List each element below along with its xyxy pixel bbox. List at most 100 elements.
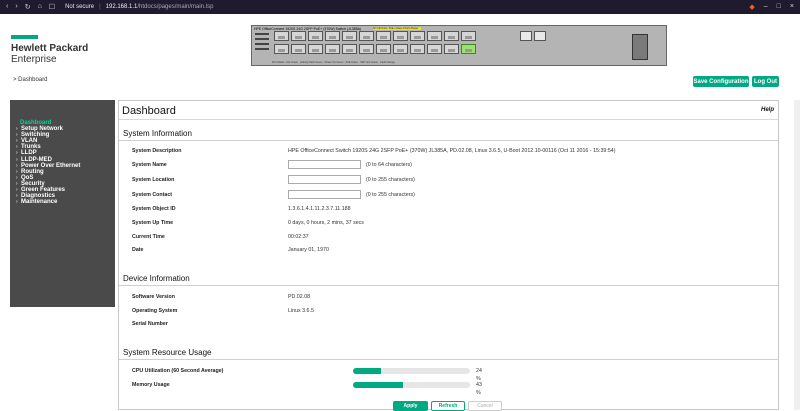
help-link[interactable]: Help xyxy=(761,107,774,113)
switch-port-2[interactable] xyxy=(274,44,289,54)
dashboard-panel: Dashboard Help System Information System… xyxy=(118,100,779,411)
reload-icon[interactable]: ↻ xyxy=(25,3,31,11)
row-label: Software Version xyxy=(132,294,175,300)
page-scrollbar[interactable] xyxy=(794,100,800,410)
resource-usage-heading: System Resource Usage xyxy=(123,348,212,357)
url-separator: | xyxy=(99,4,101,10)
switch-port-4[interactable] xyxy=(291,44,306,54)
logo-line1: Hewlett Packard xyxy=(11,43,89,54)
status-leds xyxy=(255,33,269,50)
switch-port-5[interactable] xyxy=(308,31,323,41)
sidebar-nav: Dashboard › Setup Network › Switching › VLA… xyxy=(10,100,115,307)
url-path: /htdocs/pages/main/main.lsp xyxy=(137,4,214,10)
logo-bar xyxy=(11,35,38,39)
sidebar-item-label: Green Features xyxy=(21,187,66,194)
section-divider xyxy=(119,359,778,360)
system-name-input[interactable] xyxy=(288,160,361,169)
row-hint: (0 to 255 characters) xyxy=(366,192,415,198)
sidebar-item-label: VLAN xyxy=(21,138,38,145)
sidebar-item-label: Security xyxy=(21,180,45,187)
url-host: 192.168.1.1 xyxy=(105,4,138,10)
address-bar[interactable]: 192.168.1.1/htdocs/pages/main/main.lsp xyxy=(106,4,214,10)
row-hint: (0 to 255 characters) xyxy=(366,177,415,183)
row-label: System Contact xyxy=(132,192,173,198)
memory-progress-bar xyxy=(353,382,470,388)
sidebar-item-label: Diagnostics xyxy=(21,193,56,200)
home-icon[interactable]: ⌂ xyxy=(38,3,42,11)
switch-port-11[interactable] xyxy=(359,31,374,41)
switch-port-23[interactable] xyxy=(461,31,476,41)
sfp-port[interactable] xyxy=(534,31,546,41)
row-value: 1.3.6.1.4.1.11.2.3.7.11.188 xyxy=(288,206,351,212)
row-value: 0 days, 0 hours, 2 mins, 37 secs xyxy=(288,220,364,226)
row-value: HPE OfficeConnect Switch 1920S 24G 2SFP … xyxy=(288,148,616,154)
memory-percent: 43 % xyxy=(476,382,482,396)
security-indicator[interactable]: Not secure xyxy=(65,4,94,10)
minimize-icon[interactable]: – xyxy=(764,3,768,11)
row-label: System Object ID xyxy=(132,206,176,212)
port-grid xyxy=(274,31,476,54)
switch-port-3[interactable] xyxy=(291,31,306,41)
title-divider xyxy=(119,119,778,120)
row-label: Memory Usage xyxy=(132,382,170,388)
sidebar-item-label: Power Over Ethernet xyxy=(21,162,81,169)
sidebar-item-label: QoS xyxy=(21,174,34,181)
logout-button[interactable]: Log Out xyxy=(752,76,779,87)
switch-port-6[interactable] xyxy=(308,44,323,54)
port-legend: Port Status: Link Green · Activity Flash… xyxy=(272,61,395,64)
sfp-ports xyxy=(520,31,546,41)
switch-port-1[interactable] xyxy=(274,31,289,41)
device-information-heading: Device Information xyxy=(123,274,190,283)
switch-port-12[interactable] xyxy=(359,44,374,54)
browser-toolbar: ‹ › ↻ ⌂ ☐ Not secure | 192.168.1.1/htdoc… xyxy=(0,0,800,14)
switch-port-19[interactable] xyxy=(427,31,442,41)
uplink-module xyxy=(632,34,648,60)
row-label: Serial Number xyxy=(132,321,168,327)
close-icon[interactable]: × xyxy=(790,3,794,11)
back-icon[interactable]: ‹ xyxy=(6,3,8,11)
row-label: Operating System xyxy=(132,308,178,314)
sidebar-item-label: Dashboard xyxy=(20,120,52,126)
cpu-progress-bar xyxy=(353,368,470,374)
sidebar-item-label: LLDP-MED xyxy=(21,156,52,163)
switch-port-15[interactable] xyxy=(393,31,408,41)
switch-port-14[interactable] xyxy=(376,44,391,54)
row-label: Date xyxy=(132,247,144,253)
progress-fill xyxy=(353,382,404,388)
switch-port-7[interactable] xyxy=(325,31,340,41)
brave-shield-icon[interactable]: ◆ xyxy=(749,3,754,11)
row-value: Linux 3.6.5 xyxy=(288,308,314,314)
switch-port-9[interactable] xyxy=(342,31,357,41)
maximize-icon[interactable]: □ xyxy=(777,3,781,11)
system-contact-input[interactable] xyxy=(288,190,361,199)
sfp-port[interactable] xyxy=(520,31,532,41)
bookmark-icon[interactable]: ☐ xyxy=(49,3,55,11)
sidebar-item-label: Setup Network xyxy=(21,126,64,133)
hpe-logo: Hewlett Packard Enterprise xyxy=(11,35,88,65)
switch-port-13[interactable] xyxy=(376,31,391,41)
progress-fill xyxy=(353,368,382,374)
switch-port-21[interactable] xyxy=(444,31,459,41)
switch-port-10[interactable] xyxy=(342,44,357,54)
forward-icon[interactable]: › xyxy=(15,3,17,11)
breadcrumb: > Dashboard xyxy=(13,77,48,83)
switch-info-label: for Info Ports: PoE+ Class 4 Ports Power xyxy=(373,27,421,30)
save-configuration-button[interactable]: Save Configuration xyxy=(693,76,749,87)
row-label: Current Time xyxy=(132,234,165,240)
switch-port-17[interactable] xyxy=(410,31,425,41)
switch-port-16[interactable] xyxy=(393,44,408,54)
switch-port-20[interactable] xyxy=(427,44,442,54)
switch-port-22[interactable] xyxy=(444,44,459,54)
section-divider xyxy=(119,140,778,141)
sidebar-item-label: Trunks xyxy=(21,144,41,151)
switch-port-24[interactable] xyxy=(461,44,476,54)
row-label: System Up Time xyxy=(132,220,174,226)
sidebar-item-maintenance[interactable]: › Maintenance xyxy=(10,199,115,205)
sidebar-item-label: Maintenance xyxy=(21,199,58,206)
row-value: PD.02.08 xyxy=(288,294,311,300)
system-location-input[interactable] xyxy=(288,175,361,184)
switch-port-18[interactable] xyxy=(410,44,425,54)
row-hint: (0 to 64 characters) xyxy=(366,162,412,168)
switch-port-8[interactable] xyxy=(325,44,340,54)
sidebar-item-label: Switching xyxy=(21,132,50,139)
